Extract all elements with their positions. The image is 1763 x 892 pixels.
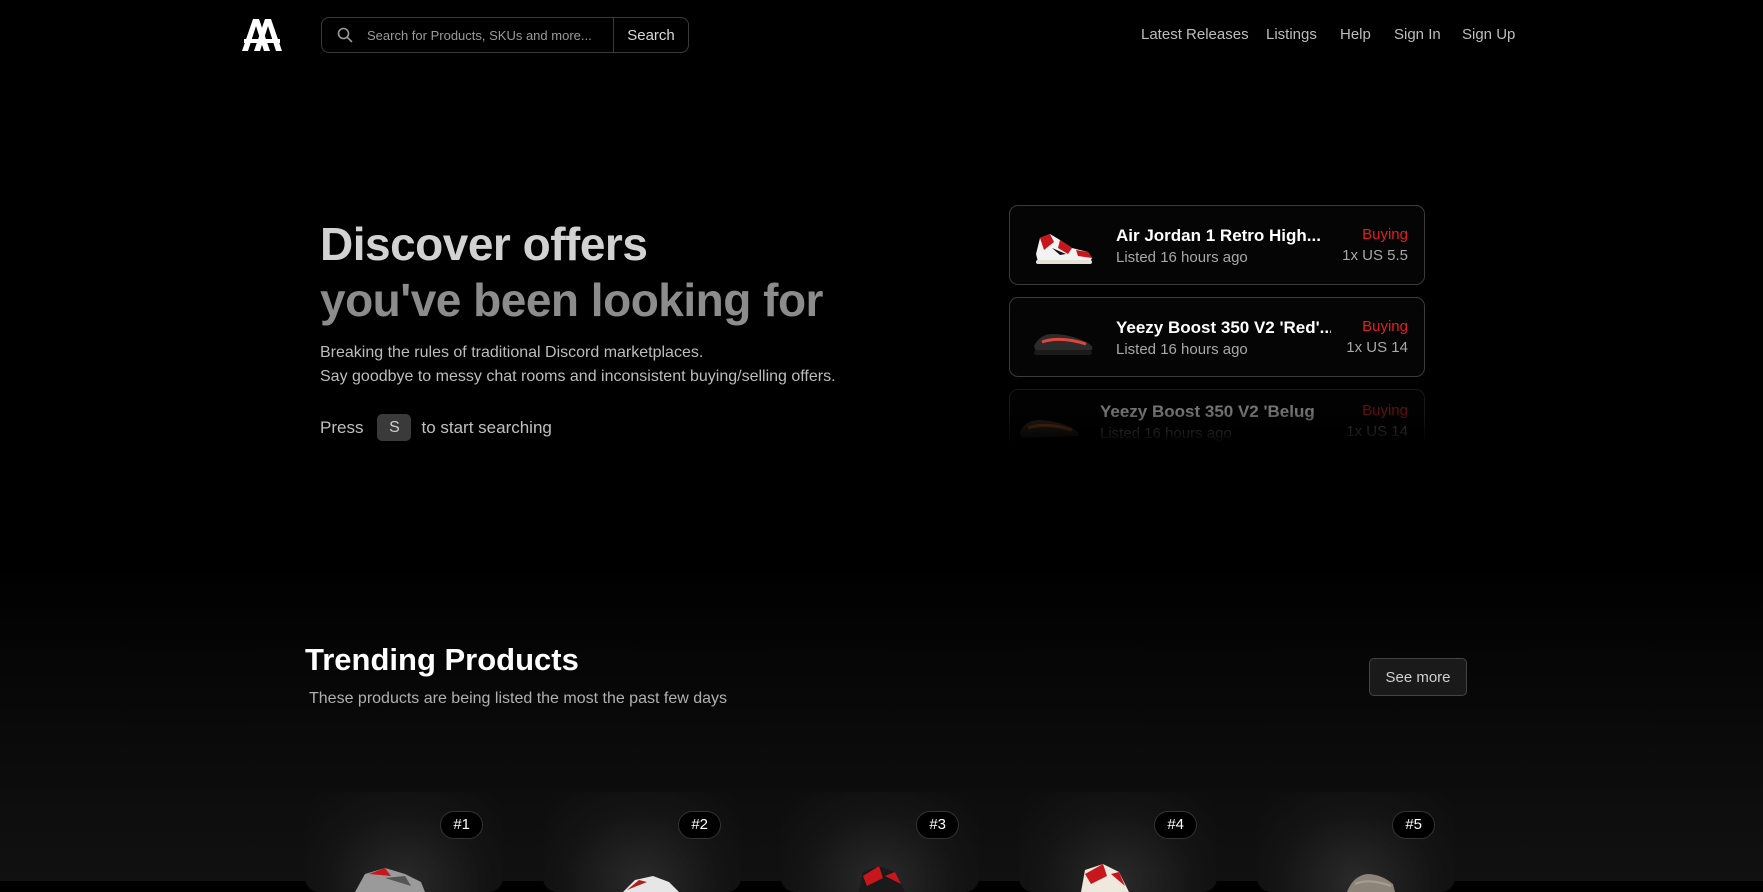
hero-title: Discover offers you've been looking for bbox=[320, 216, 823, 328]
search-input[interactable] bbox=[367, 27, 617, 43]
listing-name: Yeezy Boost 350 V2 'Beluga... bbox=[1100, 402, 1315, 421]
product-image bbox=[1347, 874, 1395, 892]
rank-badge: #4 bbox=[1154, 811, 1197, 839]
listing-size: 1x US 14 bbox=[1346, 423, 1408, 440]
nav-sign-up[interactable]: Sign Up bbox=[1462, 26, 1515, 43]
search-icon bbox=[337, 27, 353, 43]
logo-icon[interactable] bbox=[240, 18, 282, 52]
rank-badge: #2 bbox=[678, 811, 721, 839]
see-more-button[interactable]: See more bbox=[1369, 658, 1467, 696]
listing-card[interactable]: Yeezy Boost 350 V2 'Red'... Listed 16 ho… bbox=[1009, 297, 1425, 377]
nav-latest-releases[interactable]: Latest Releases bbox=[1141, 26, 1249, 43]
product-image bbox=[355, 868, 425, 892]
yeezy-beluga-shoe-image bbox=[1020, 420, 1079, 438]
section-title: Trending Products bbox=[305, 642, 579, 677]
hero-title-line2: you've been looking for bbox=[320, 274, 823, 326]
section-subtitle: These products are being listed the most… bbox=[309, 690, 728, 707]
hero-title-line1: Discover offers bbox=[320, 218, 648, 270]
trending-product-card[interactable]: #3 bbox=[781, 792, 979, 892]
press-suffix: to start searching bbox=[421, 417, 552, 437]
listing-size: 1x US 14 bbox=[1346, 339, 1408, 356]
listing-time: Listed 16 hours ago bbox=[1116, 249, 1248, 266]
air-jordan-shoe-image bbox=[1036, 234, 1092, 264]
trending-product-card[interactable]: #2 bbox=[543, 792, 741, 892]
listing-time: Listed 16 hours ago bbox=[1116, 341, 1248, 358]
listing-name: Yeezy Boost 350 V2 'Red'... bbox=[1116, 318, 1331, 337]
listing-time: Listed 16 hours ago bbox=[1100, 425, 1232, 442]
yeezy-shoe-image bbox=[1034, 334, 1093, 355]
press-label: Press bbox=[320, 417, 364, 437]
listing-type-badge: Buying bbox=[1362, 402, 1408, 419]
hero-subtitle-line1: Breaking the rules of traditional Discor… bbox=[320, 344, 704, 361]
search-bar[interactable]: Search bbox=[321, 17, 689, 53]
search-button[interactable]: Search bbox=[613, 18, 688, 52]
nav-help[interactable]: Help bbox=[1340, 26, 1371, 43]
product-image bbox=[1081, 864, 1129, 892]
rank-badge: #5 bbox=[1392, 811, 1435, 839]
trending-product-card[interactable]: #5 bbox=[1257, 792, 1455, 892]
product-image bbox=[623, 876, 679, 892]
trending-product-card[interactable]: #1 bbox=[305, 792, 503, 892]
listing-card[interactable]: Yeezy Boost 350 V2 'Beluga... Listed 16 … bbox=[1009, 389, 1425, 445]
listing-card[interactable]: Air Jordan 1 Retro High... Listed 16 hou… bbox=[1009, 205, 1425, 285]
listing-size: 1x US 5.5 bbox=[1342, 247, 1408, 264]
nav-sign-in[interactable]: Sign In bbox=[1394, 26, 1441, 43]
listing-type-badge: Buying bbox=[1362, 318, 1408, 335]
rank-badge: #3 bbox=[916, 811, 959, 839]
nav-listings[interactable]: Listings bbox=[1266, 26, 1317, 43]
search-shortcut-hint: Press S to start searching bbox=[320, 414, 552, 441]
listing-name: Air Jordan 1 Retro High... bbox=[1116, 226, 1321, 245]
keyboard-key: S bbox=[377, 414, 412, 441]
product-image bbox=[859, 866, 905, 892]
rank-badge: #1 bbox=[440, 811, 483, 839]
listing-type-badge: Buying bbox=[1362, 226, 1408, 243]
hero-subtitle-line2: Say goodbye to messy chat rooms and inco… bbox=[320, 368, 836, 385]
trending-product-card[interactable]: #4 bbox=[1019, 792, 1217, 892]
